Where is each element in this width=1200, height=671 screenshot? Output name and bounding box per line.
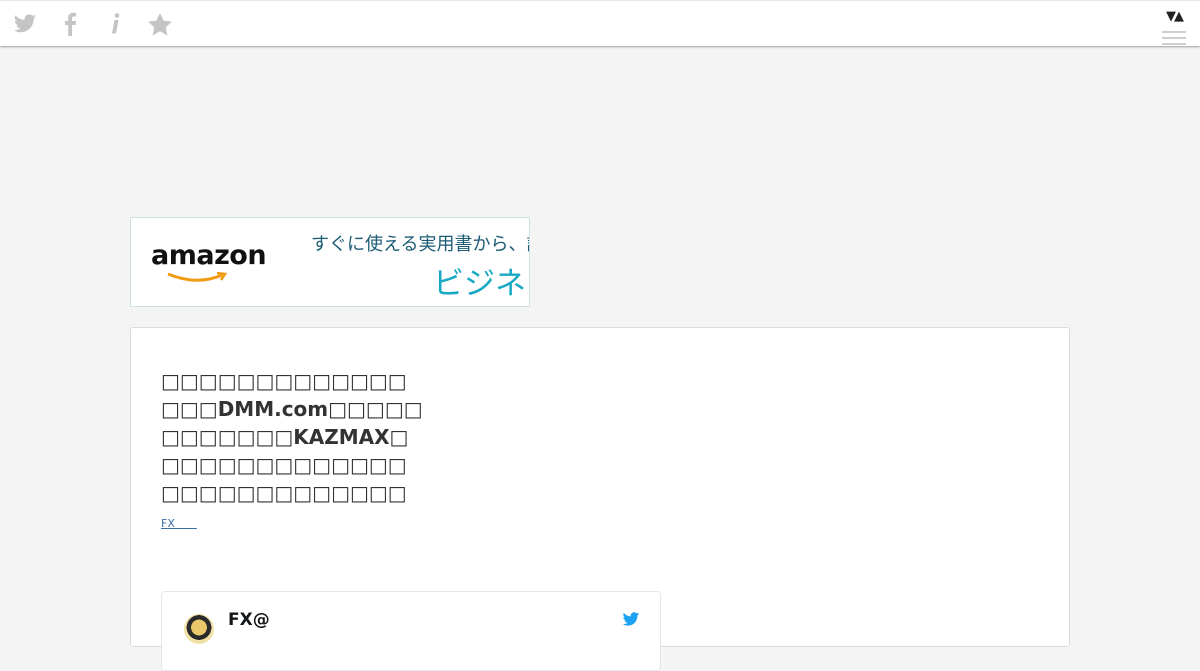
twitter-bird-icon[interactable] [622, 612, 640, 627]
amazon-logo: amazon [151, 240, 267, 271]
ad-headline: ビジネス [433, 266, 529, 302]
twitter-embed[interactable]: FX@ [161, 591, 661, 671]
entry-card: □□□□□□□□□□□□□□□□DMM.com□□□□□□□□□□□□KAZMA… [130, 327, 1070, 671]
amazon-smile-icon [167, 272, 228, 282]
facebook-icon[interactable] [57, 11, 83, 37]
category-link[interactable]: FX [161, 515, 197, 531]
ad-tagline: すぐに使える実用書から、話 [311, 234, 530, 255]
top-toolbar: ▼▲ [0, 0, 1200, 46]
entry-title[interactable]: □□□□□□□□□□□□□□□□DMM.com□□□□□□□□□□□□KAZMA… [161, 367, 423, 507]
amazon-ad-banner[interactable]: amazon すぐに使える実用書から、話 ビジネス [130, 217, 530, 307]
scroll-arrows-icon[interactable]: ▼▲ [1166, 9, 1184, 24]
twitter-icon[interactable] [12, 11, 38, 37]
info-icon[interactable] [102, 11, 128, 37]
avatar[interactable] [184, 614, 214, 644]
star-icon[interactable] [147, 11, 173, 37]
menu-icon[interactable] [1162, 31, 1186, 47]
twitter-handle[interactable]: FX@ [228, 610, 270, 630]
